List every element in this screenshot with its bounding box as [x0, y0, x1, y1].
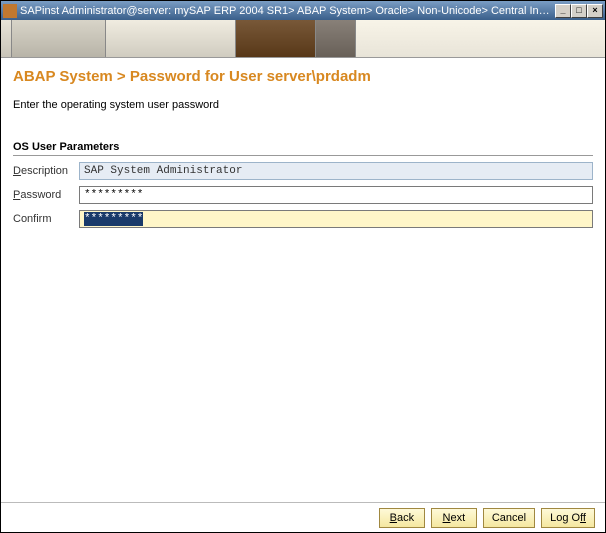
window-titlebar: SAPinst Administrator@server: mySAP ERP … [1, 1, 605, 20]
page-title: ABAP System > Password for User server\p… [13, 68, 593, 85]
confirm-label: Confirm [13, 213, 79, 225]
password-label: Password [13, 189, 79, 201]
maximize-button[interactable]: □ [571, 4, 587, 18]
section-header: OS User Parameters [13, 141, 593, 156]
confirm-row: Confirm ********* [13, 210, 593, 228]
description-row: Description SAP System Administrator [13, 162, 593, 180]
minimize-button[interactable]: _ [555, 4, 571, 18]
banner-segment [356, 20, 605, 57]
window-controls: _ □ × [555, 4, 603, 18]
banner-segment [316, 20, 356, 57]
close-button[interactable]: × [587, 4, 603, 18]
banner-segment [106, 20, 236, 57]
footer: Back Next Cancel Log Off [1, 502, 605, 532]
content-area: ABAP System > Password for User server\p… [1, 58, 605, 502]
instruction-text: Enter the operating system user password [13, 99, 593, 111]
description-label: Description [13, 165, 79, 177]
back-button[interactable]: Back [379, 508, 425, 528]
banner-segment [236, 20, 316, 57]
banner-segment [1, 20, 11, 57]
window-title: SAPinst Administrator@server: mySAP ERP … [20, 5, 555, 17]
next-button[interactable]: Next [431, 508, 477, 528]
banner [1, 20, 605, 58]
confirm-value-wrap: ********* [79, 210, 593, 228]
description-field: SAP System Administrator [79, 162, 593, 180]
logoff-button[interactable]: Log Off [541, 508, 595, 528]
password-value-wrap: ********* [79, 186, 593, 204]
description-value-wrap: SAP System Administrator [79, 162, 593, 180]
password-row: Password ********* [13, 186, 593, 204]
app-icon [3, 4, 17, 18]
password-input[interactable]: ********* [79, 186, 593, 204]
cancel-button[interactable]: Cancel [483, 508, 535, 528]
confirm-input[interactable]: ********* [79, 210, 593, 228]
banner-segment [11, 20, 106, 57]
